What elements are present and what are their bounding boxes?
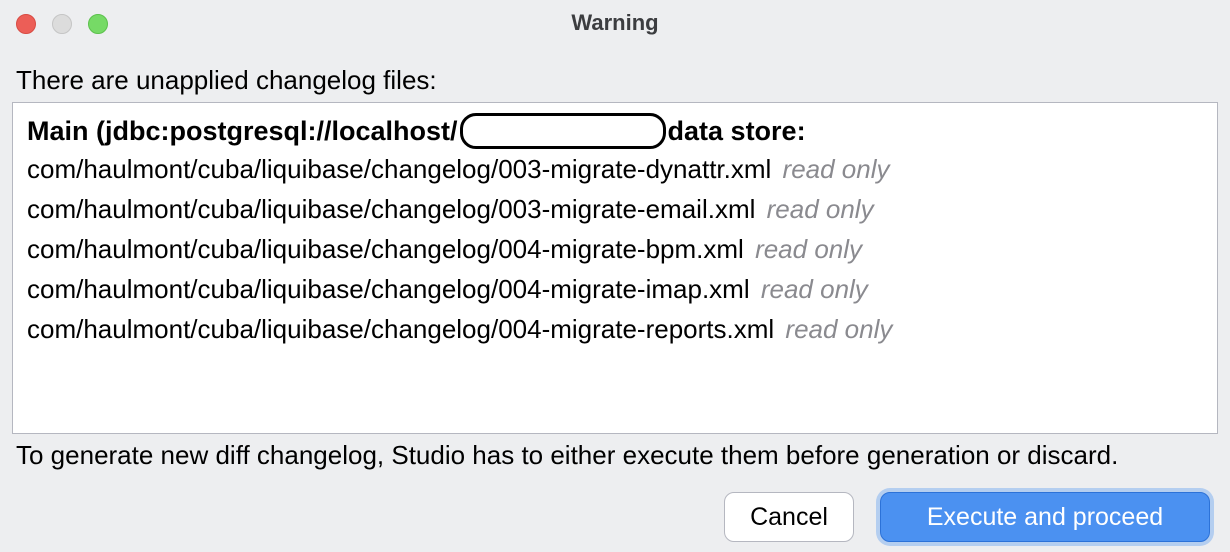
file-path: com/haulmont/cuba/liquibase/changelog/00… [27,314,774,344]
file-status: read only [785,314,892,344]
list-item[interactable]: com/haulmont/cuba/liquibase/changelog/00… [27,269,1203,309]
lead-message: There are unapplied changelog files: [16,65,1218,96]
cancel-button[interactable]: Cancel [724,492,854,542]
zoom-icon[interactable] [88,14,108,34]
datastore-suffix: data store: [668,114,806,149]
file-path: com/haulmont/cuba/liquibase/changelog/00… [27,234,744,264]
file-status: read only [767,194,874,224]
window-controls [16,14,108,34]
button-bar: Cancel Execute and proceed [724,492,1210,542]
file-path: com/haulmont/cuba/liquibase/changelog/00… [27,194,755,224]
file-status: read only [783,154,890,184]
titlebar: Warning [0,0,1230,45]
footer-message: To generate new diff changelog, Studio h… [16,440,1218,471]
close-icon[interactable] [16,14,36,34]
changelog-list-box: Main (jdbc:postgresql://localhost/ data … [12,102,1218,434]
list-item[interactable]: com/haulmont/cuba/liquibase/changelog/00… [27,189,1203,229]
datastore-name-redacted [460,113,666,149]
datastore-header: Main (jdbc:postgresql://localhost/ data … [27,113,1203,149]
minimize-icon[interactable] [52,14,72,34]
list-item[interactable]: com/haulmont/cuba/liquibase/changelog/00… [27,229,1203,269]
file-path: com/haulmont/cuba/liquibase/changelog/00… [27,274,750,304]
window-title: Warning [0,10,1230,36]
file-status: read only [761,274,868,304]
file-status: read only [755,234,862,264]
dialog-content: There are unapplied changelog files: Mai… [0,45,1230,471]
datastore-prefix: Main (jdbc:postgresql://localhost/ [27,114,458,149]
file-path: com/haulmont/cuba/liquibase/changelog/00… [27,154,771,184]
list-item[interactable]: com/haulmont/cuba/liquibase/changelog/00… [27,149,1203,189]
execute-and-proceed-button[interactable]: Execute and proceed [880,492,1210,542]
list-item[interactable]: com/haulmont/cuba/liquibase/changelog/00… [27,309,1203,349]
